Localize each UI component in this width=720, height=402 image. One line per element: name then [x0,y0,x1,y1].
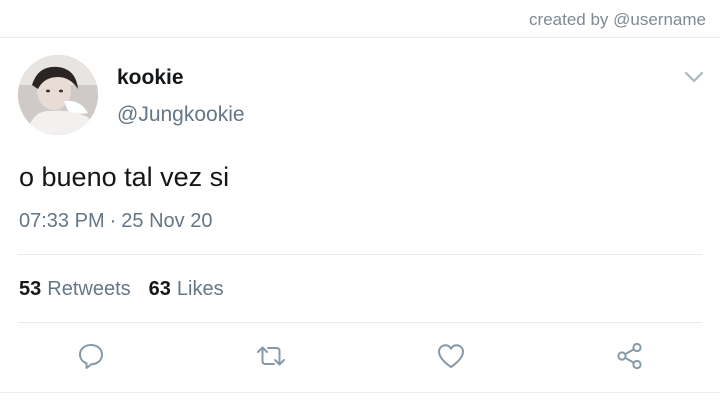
reply-button[interactable] [74,338,108,374]
user-handle[interactable]: @Jungkookie [117,103,245,127]
tweet-time: 07:33 PM [19,210,105,232]
action-bar [0,338,720,376]
retweets-label: Retweets [47,278,131,300]
timestamp-separator: · [109,210,117,232]
like-button[interactable] [434,338,468,374]
tweet-date: 25 Nov 20 [121,210,213,232]
heart-icon [438,344,464,368]
tweet-stats: 53 Retweets 63 Likes [19,278,224,301]
likes-count: 63 [148,278,171,300]
retweet-icon [257,346,285,366]
share-icon [617,342,642,370]
stats-top-divider [18,254,702,255]
tweet-timestamp[interactable]: 07:33 PM · 25 Nov 20 [19,210,212,233]
retweet-button[interactable] [254,338,288,374]
likes-stat[interactable]: 63 Likes [149,278,224,301]
top-divider [0,37,720,38]
share-button[interactable] [613,338,647,374]
retweets-stat[interactable]: 53 Retweets [19,278,131,301]
likes-label: Likes [176,278,224,300]
tweet-screenshot: created by @username kookie @Jungkookie … [0,0,720,402]
reply-icon [79,344,103,369]
chevron-down-icon[interactable] [684,70,704,84]
retweets-count: 53 [19,278,42,300]
avatar[interactable] [18,55,98,135]
display-name[interactable]: kookie [117,66,184,90]
tweet-text: o bueno tal vez si [19,162,230,192]
bottom-divider [0,392,720,393]
stats-bottom-divider [18,322,702,323]
avatar-photo-icon [18,55,98,135]
creator-credit: created by @username [529,10,706,29]
